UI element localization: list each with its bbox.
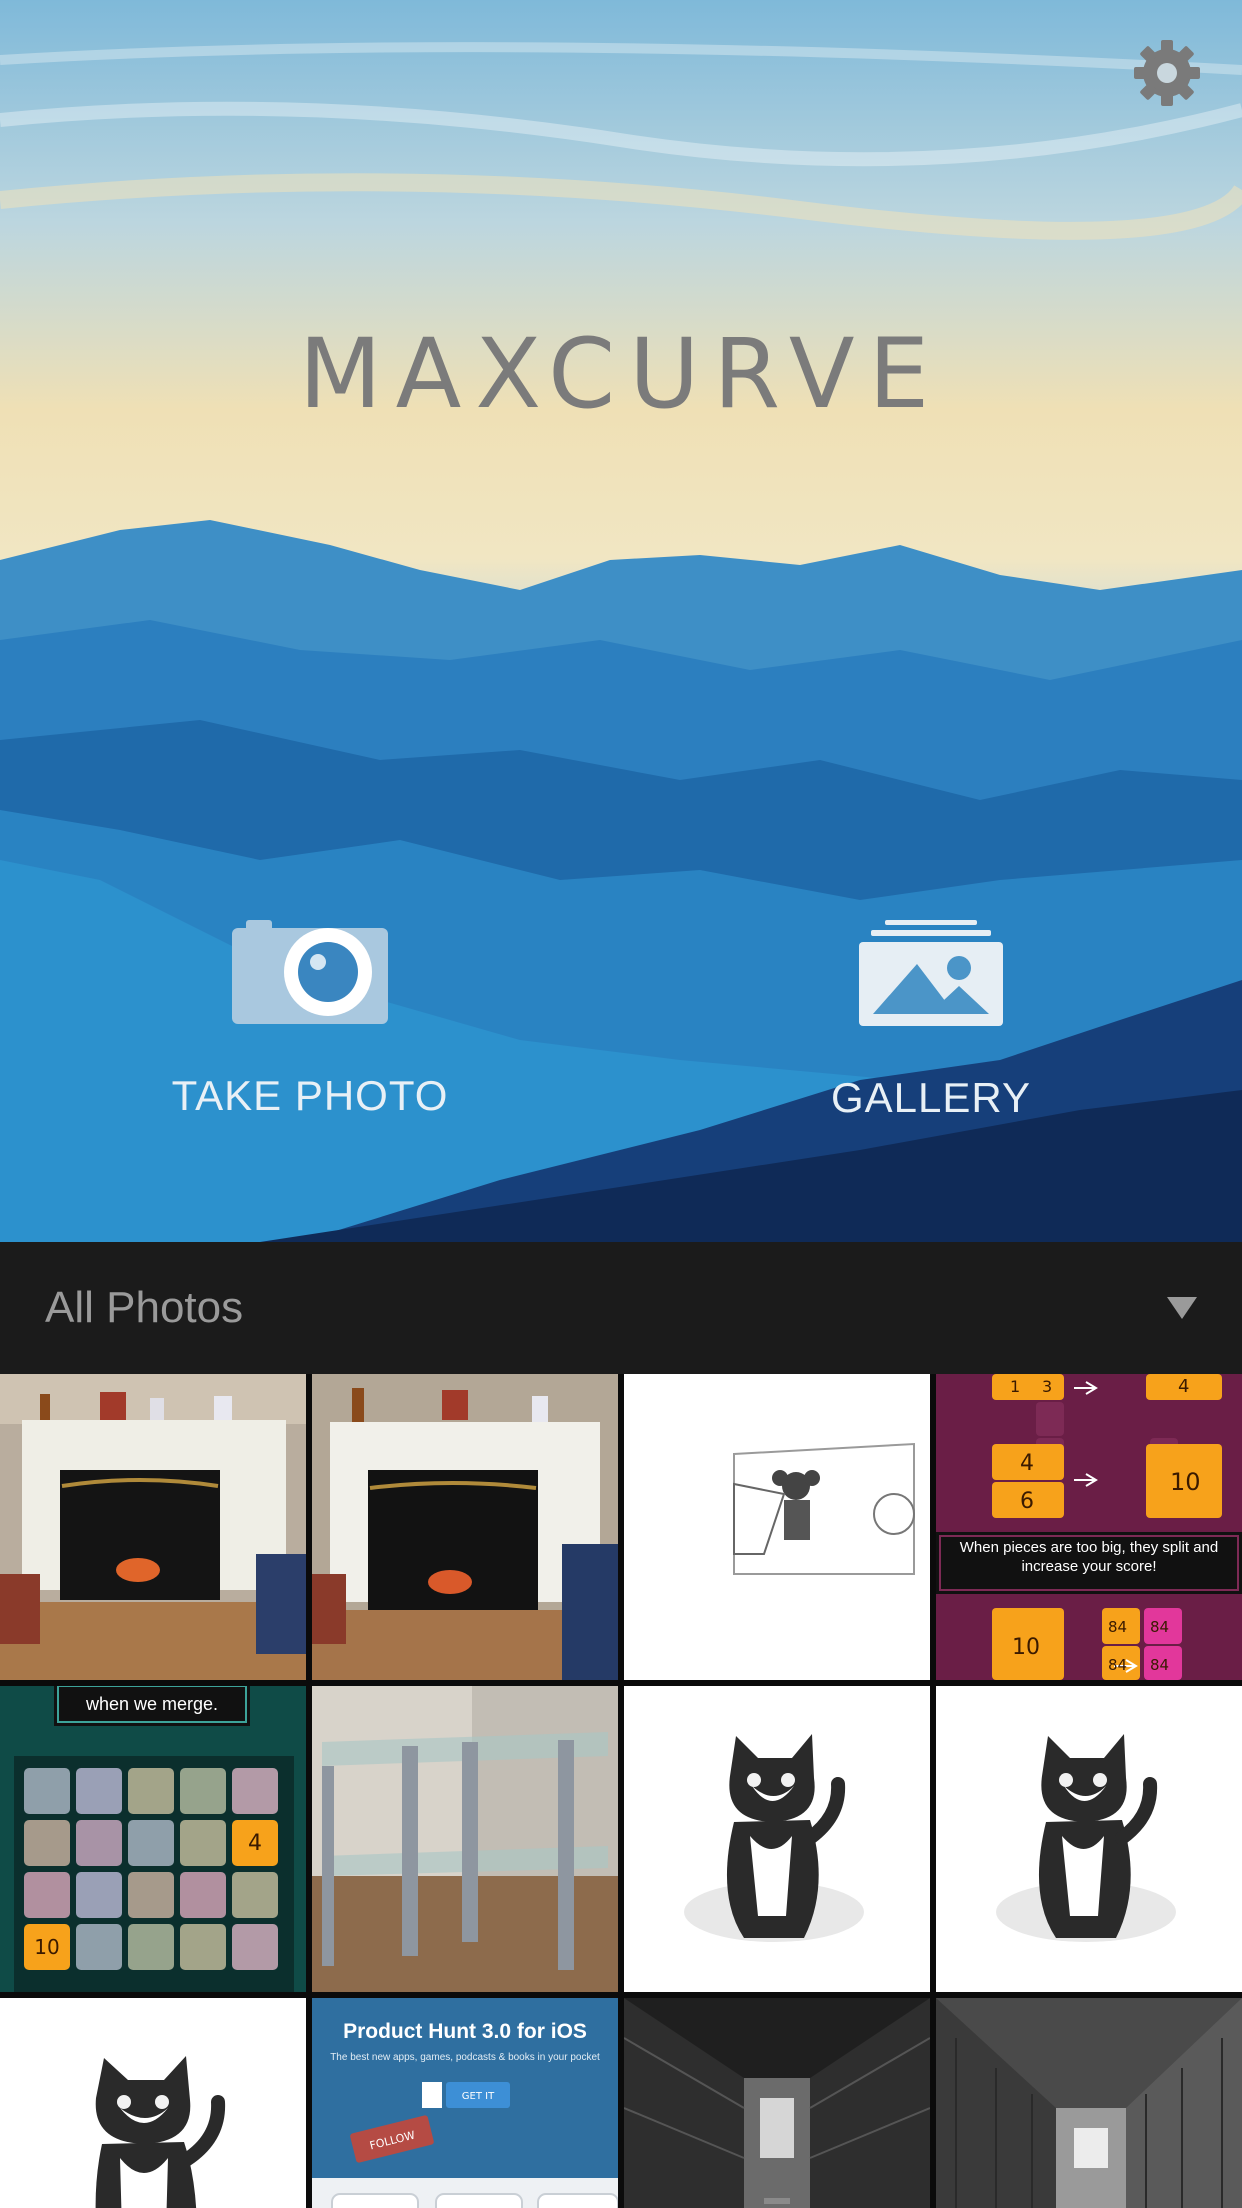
- hero-banner: MAXCURVE TAKE PHOTO GALLERY: [0, 0, 1242, 1242]
- tile-label: 10: [1170, 1468, 1201, 1496]
- game-caption: when we merge.: [85, 1694, 218, 1714]
- photo-thumbnail[interactable]: [312, 1686, 618, 1992]
- promo-subtitle: The best new apps, games, podcasts & boo…: [330, 2052, 600, 2063]
- tile-label: 6: [1020, 1489, 1034, 1514]
- photo-thumbnail[interactable]: when we merge. 4 10: [0, 1686, 306, 1992]
- cat-sketch-photo: [936, 1686, 1242, 1992]
- photo-thumbnail[interactable]: [312, 1374, 618, 1680]
- tile-label: 1: [1010, 1377, 1020, 1396]
- photo-grid: 1 3 4 4 6 10 When pieces are too big, th…: [0, 1374, 1242, 2208]
- fireplace-photo: [0, 1374, 306, 1680]
- corridor-photo: [936, 1998, 1242, 2208]
- tile-label: 4: [248, 1831, 262, 1856]
- sketch-photo: [624, 1374, 930, 1680]
- photo-thumbnail[interactable]: 1 3 4 4 6 10 When pieces are too big, th…: [936, 1374, 1242, 1680]
- game-screenshot-photo: 1 3 4 4 6 10 When pieces are too big, th…: [936, 1374, 1242, 1680]
- camera-icon: [232, 920, 388, 1024]
- tile-label: 4: [1178, 1376, 1189, 1397]
- corridor-photo: [624, 1998, 930, 2208]
- photo-thumbnail[interactable]: [0, 1374, 306, 1680]
- take-photo-label: TAKE PHOTO: [171, 1072, 449, 1119]
- glass-table-photo: [312, 1686, 618, 1992]
- photo-thumbnail[interactable]: Product Hunt 3.0 for iOS The best new ap…: [312, 1998, 618, 2208]
- tile-label: 4: [1020, 1451, 1034, 1476]
- promo-get-button: GET IT: [462, 2091, 495, 2102]
- app-screenshot-photo: Product Hunt 3.0 for iOS The best new ap…: [312, 1998, 618, 2208]
- gallery-icon: [859, 920, 1003, 1026]
- game-caption: When pieces are too big, they split and …: [959, 1539, 1219, 1575]
- gear-icon: [1134, 40, 1200, 106]
- cat-sketch-photo: [624, 1686, 930, 1992]
- photo-thumbnail[interactable]: [624, 1686, 930, 1992]
- photo-thumbnail[interactable]: [0, 1998, 306, 2208]
- tile-label: 10: [34, 1935, 59, 1959]
- tile-label: 84: [1108, 1656, 1127, 1674]
- photo-thumbnail[interactable]: [624, 1998, 930, 2208]
- gallery-label: GALLERY: [831, 1074, 1031, 1121]
- dropdown-arrow-icon[interactable]: [1167, 1297, 1197, 1319]
- photo-thumbnail[interactable]: [936, 1686, 1242, 1992]
- album-name: All Photos: [45, 1283, 244, 1332]
- gallery-button[interactable]: GALLERY: [751, 920, 1111, 1122]
- photo-thumbnail[interactable]: [624, 1374, 930, 1680]
- tile-label: 84: [1150, 1618, 1169, 1636]
- fireplace-photo: [312, 1374, 618, 1680]
- tile-label: 3: [1042, 1377, 1052, 1396]
- tile-label: 10: [1012, 1635, 1040, 1660]
- photo-thumbnail[interactable]: [936, 1998, 1242, 2208]
- game-screenshot-photo: when we merge. 4 10: [0, 1686, 306, 1992]
- tile-label: 84: [1108, 1618, 1127, 1636]
- promo-title: Product Hunt 3.0 for iOS: [343, 2020, 587, 2043]
- app-logo: MAXCURVE: [298, 318, 944, 430]
- tile-label: 84: [1150, 1656, 1169, 1674]
- cat-sketch-photo: [0, 1998, 306, 2208]
- settings-button[interactable]: [1132, 38, 1202, 108]
- album-picker[interactable]: All Photos: [0, 1242, 1242, 1374]
- take-photo-button[interactable]: TAKE PHOTO: [130, 920, 490, 1120]
